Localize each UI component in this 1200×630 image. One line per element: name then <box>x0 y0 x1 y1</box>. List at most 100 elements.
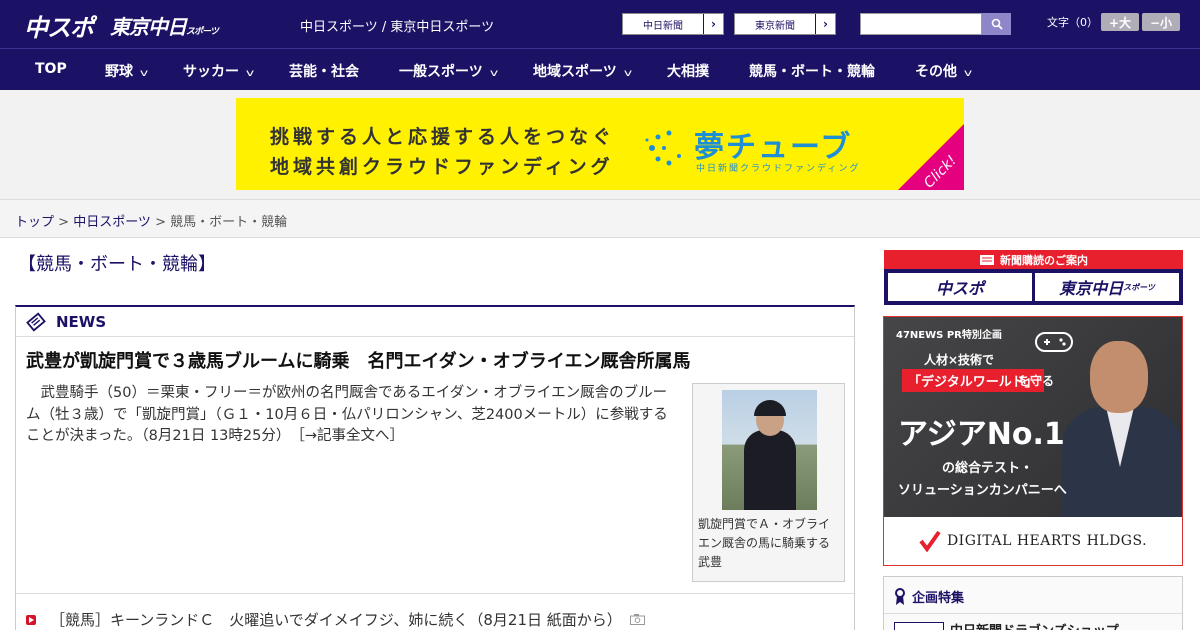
nav-item-local-sports[interactable]: 地域スポーツ v <box>533 61 632 81</box>
nav-item-label: 競馬・ボート・競輪 <box>749 64 875 80</box>
chevron-down-icon: v <box>963 68 973 79</box>
spokesperson-face <box>1090 341 1148 413</box>
banner-brand-sub: 中日新聞クラウドファンディング <box>696 164 861 174</box>
nav-item-other[interactable]: その他 v <box>915 61 973 81</box>
banner-line1: 挑戦する人と応援する人をつなぐ <box>270 126 616 148</box>
font-smaller-button[interactable]: −小 <box>1142 13 1180 31</box>
banner-brand: 夢チューブ <box>694 130 853 165</box>
nav-item-sumo[interactable]: 大相撲 <box>667 61 709 81</box>
nav-item-label: 芸能・社会 <box>289 64 359 80</box>
list-item-text: ［競馬］キーンランドＣ 火曜追いでダイメイフジ、姉に続く（8月21日 紙面から） <box>50 611 622 629</box>
ad-text-1: 人材×技術で <box>924 353 995 367</box>
tokyo-chunichi-logo-small: スポーツ <box>186 27 219 37</box>
tokyo-chunichi-subscribe-logo[interactable]: 東京中日 スポーツ <box>1035 273 1179 301</box>
news-box: NEWS 武豊が凱旋門賞で３歳馬ブルームに騎乗 名門エイダン・オブライエン厩舎所… <box>15 305 855 630</box>
nav-item-label: TOP <box>35 61 67 77</box>
ad-company-bar: DIGITAL HEARTS HLDGS. <box>884 517 1182 565</box>
gamepad-icon <box>1035 332 1073 352</box>
nav-item-label: 大相撲 <box>667 64 709 80</box>
dots-logo-icon <box>645 130 681 166</box>
tokyo-chunichi-subscribe-small: スポーツ <box>1123 282 1155 292</box>
breadcrumb-separator: > <box>54 215 74 230</box>
site-name: 中日スポーツ / 東京中日スポーツ <box>300 20 495 35</box>
crowdfunding-banner[interactable]: 挑戦する人と応援する人をつなぐ 地域共創クラウドファンディング 夢チューブ 中日… <box>236 98 964 190</box>
nav-item-top[interactable]: TOP <box>35 61 67 77</box>
nav-item-general-sports[interactable]: 一般スポーツ v <box>399 61 498 81</box>
chevron-down-icon: v <box>623 68 632 79</box>
feature-box: 企画特集 中日新聞ドラゴンズショップ <box>883 576 1183 630</box>
top-header: 中スポ 東京中日スポーツ 中日スポーツ / 東京中日スポーツ 中日新聞 › 東京… <box>0 0 1200 48</box>
list-item[interactable]: ［競馬］キーンランドＣ 火曜追いでダイメイフジ、姉に続く（8月21日 紙面から） <box>26 609 645 630</box>
chunichi-shimbun-link[interactable]: 中日新聞 › <box>622 13 724 35</box>
feature-header: 企画特集 <box>894 587 964 606</box>
ad-pr-label: 47NEWS PR特別企画 <box>896 330 1002 341</box>
page-title: 【競馬・ボート・競輪】 <box>18 254 216 275</box>
feature-item[interactable]: 中日新聞ドラゴンズショップ <box>950 620 1119 630</box>
nav-item-entertainment[interactable]: 芸能・社会 <box>289 61 359 81</box>
newspaper-icon <box>980 254 994 265</box>
chunichi-shimbun-label: 中日新聞 <box>643 20 683 32</box>
news-photo-box: 凱旋門賞でＡ・オブライエン厩舎の馬に騎乗する武豊 <box>692 383 845 582</box>
nav-item-label: サッカー <box>183 64 239 80</box>
tokyo-chunichi-subscribe-text: 東京中日 <box>1059 279 1124 298</box>
chevron-right-icon: › <box>703 14 723 34</box>
subscription-header-text: 新聞購読のご案内 <box>1000 253 1088 267</box>
ad-text-4: の総合テスト・ <box>942 461 1034 476</box>
main-nav: TOP 野球 v サッカー v 芸能・社会 一般スポーツ v 地域スポーツ v 大相撲 … <box>0 48 1200 90</box>
sidebar-ad-visual: 47NEWS PR特別企画 人材×技術で 「デジタルワールド」 を守る アジアN… <box>884 317 1182 517</box>
ad-company-name: DIGITAL HEARTS HLDGS. <box>946 533 1148 549</box>
nav-item-baseball[interactable]: 野球 v <box>105 61 149 81</box>
breadcrumb-current: 競馬・ボート・競輪 <box>170 215 288 230</box>
tokyo-chunichi-logo-text: 東京中日 <box>110 15 187 39</box>
nav-item-soccer[interactable]: サッカー v <box>183 61 255 81</box>
news-label: NEWS <box>56 312 107 331</box>
subscription-box[interactable]: 新聞購読のご案内 中スポ 東京中日 スポーツ <box>884 250 1183 305</box>
tokyo-shimbun-label: 東京新聞 <box>755 20 795 32</box>
checkmark-logo-icon <box>919 530 941 552</box>
tokyo-chunichi-logo[interactable]: 東京中日スポーツ <box>110 11 219 40</box>
feature-header-text: 企画特集 <box>912 591 965 606</box>
breadcrumb: トップ > 中日スポーツ > 競馬・ボート・競輪 <box>0 200 1200 238</box>
nav-item-label: 一般スポーツ <box>399 64 483 80</box>
feature-thumbnail[interactable] <box>894 622 944 630</box>
chuspo-subscribe-logo[interactable]: 中スポ <box>888 273 1032 301</box>
font-larger-button[interactable]: +大 <box>1101 13 1139 31</box>
nav-item-label: 野球 <box>105 64 133 80</box>
breadcrumb-separator: > <box>150 215 171 230</box>
news-headline[interactable]: 武豊が凱旋門賞で３歳馬ブルームに騎乗 名門エイダン・オブライエン厩舎所属馬 <box>26 347 691 373</box>
news-body: 武豊騎手（50）＝栗東・フリー＝が欧州の名門厩舎であるエイダン・オブライエン厩舎… <box>26 383 676 448</box>
jockey-helmet <box>754 400 786 416</box>
chevron-down-icon: v <box>245 68 255 79</box>
chuspo-logo[interactable]: 中スポ <box>24 8 94 43</box>
chevron-down-icon: v <box>139 68 149 79</box>
nav-item-label: 地域スポーツ <box>533 64 617 80</box>
news-photo[interactable] <box>722 390 817 510</box>
breadcrumb-site[interactable]: 中日スポーツ <box>73 215 151 230</box>
newspaper-icon <box>26 311 46 332</box>
ad-band: 挑戦する人と応援する人をつなぐ 地域共創クラウドファンディング 夢チューブ 中日… <box>0 90 1200 200</box>
jockey-body <box>744 430 796 510</box>
font-size-label: 文字（0） <box>1047 16 1098 29</box>
nav-item-keiba[interactable]: 競馬・ボート・競輪 <box>749 61 875 81</box>
camera-icon <box>629 614 645 625</box>
chevron-right-icon: › <box>815 14 835 34</box>
read-more-link[interactable]: ［→記事全文へ］ <box>298 428 404 444</box>
play-bullet-icon <box>26 614 36 625</box>
chevron-down-icon: v <box>489 68 498 79</box>
divider <box>884 613 1182 614</box>
divider <box>16 593 854 594</box>
subscription-header: 新聞購読のご案内 <box>884 250 1183 269</box>
spokesperson-photo <box>1062 335 1182 517</box>
breadcrumb-top[interactable]: トップ <box>15 215 54 230</box>
photo-caption: 凱旋門賞でＡ・オブライエン厩舎の馬に騎乗する武豊 <box>698 517 831 569</box>
nav-item-label: その他 <box>915 64 957 80</box>
ad-text-3: アジアNo.1 <box>898 417 1065 452</box>
tokyo-shimbun-link[interactable]: 東京新聞 › <box>734 13 836 35</box>
news-header: NEWS <box>16 307 854 337</box>
search-input[interactable] <box>860 13 982 35</box>
sidebar-ad[interactable]: 47NEWS PR特別企画 人材×技術で 「デジタルワールド」 を守る アジアN… <box>883 316 1183 566</box>
search-icon <box>991 18 1003 30</box>
search-button[interactable] <box>982 13 1011 35</box>
ad-text-2b: を守る <box>1018 374 1055 388</box>
ad-text-5: ソリューションカンパニーへ <box>898 483 1067 498</box>
